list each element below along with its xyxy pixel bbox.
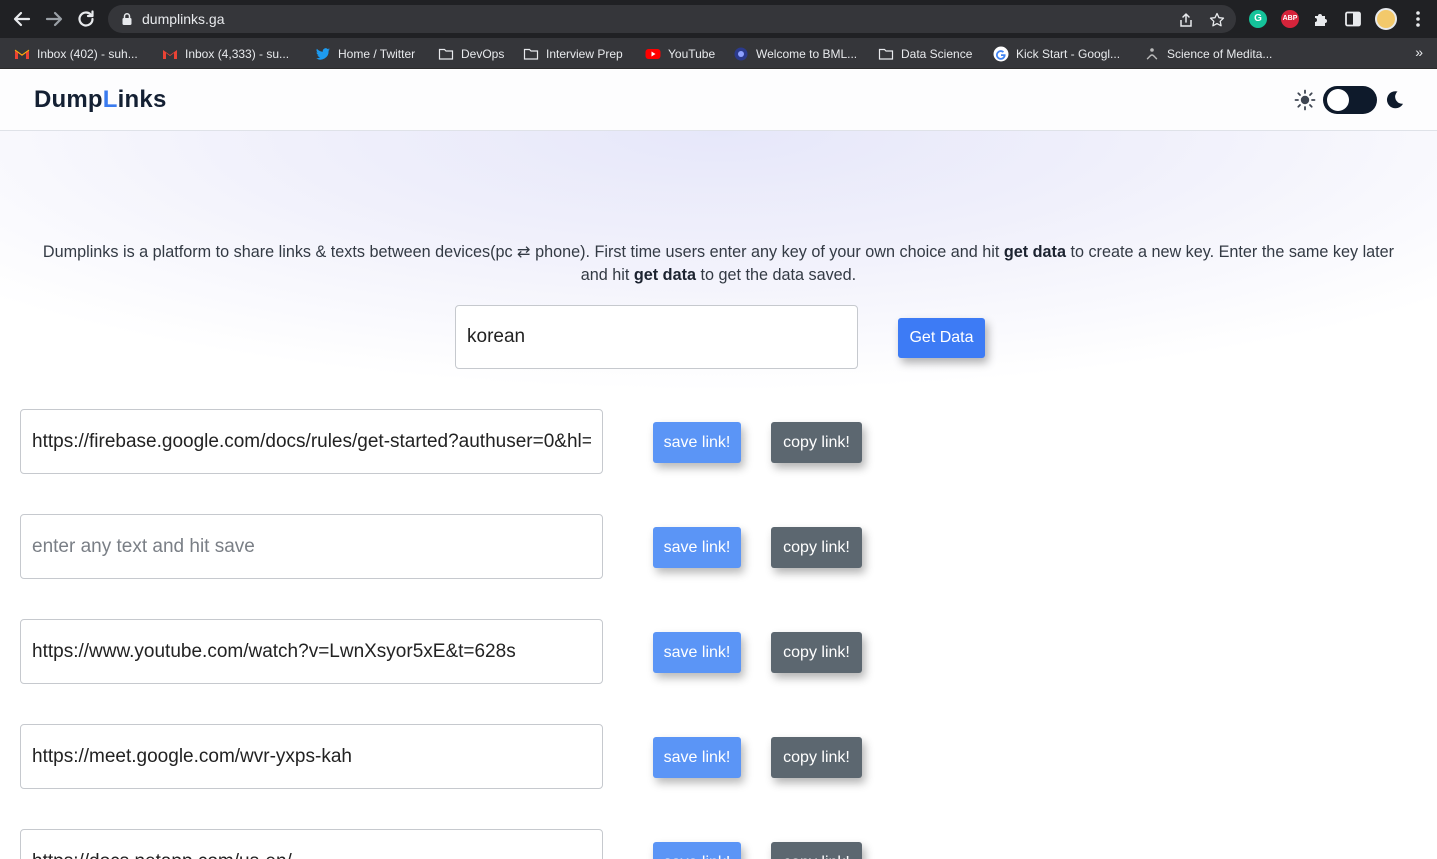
address-bar[interactable]: dumplinks.ga <box>108 5 1236 33</box>
bml-icon <box>734 47 748 61</box>
folder-icon <box>878 48 894 60</box>
back-arrow-icon[interactable] <box>10 7 34 31</box>
twitter-icon <box>316 48 330 60</box>
bookmark-item[interactable]: Inbox (4,333) - su... <box>162 45 289 63</box>
theme-toggle[interactable] <box>1323 86 1377 114</box>
save-link-button[interactable]: save link! <box>653 527 741 568</box>
site-logo[interactable]: DumpLinks <box>34 86 167 114</box>
save-link-button[interactable]: save link! <box>653 842 741 859</box>
url-text: dumplinks.ga <box>142 11 225 27</box>
reload-icon[interactable] <box>74 7 98 31</box>
bookmark-item[interactable]: Welcome to BML... <box>733 45 857 63</box>
theme-toggle-knob <box>1327 89 1349 111</box>
adblock-icon[interactable]: ABP <box>1281 10 1299 28</box>
bookmark-item[interactable]: DevOps <box>438 45 504 63</box>
gmail-icon <box>163 50 177 59</box>
bookmark-item[interactable]: YouTube <box>645 45 715 63</box>
browser-toolbar: dumplinks.ga G ABP <box>0 0 1437 38</box>
bookmark-item[interactable]: Data Science <box>878 45 972 63</box>
link-input[interactable] <box>20 724 603 789</box>
bookmarks-bar: Inbox (402) - suh... Inbox (4,333) - su.… <box>0 38 1437 69</box>
site-header: DumpLinks <box>0 70 1437 131</box>
lock-icon <box>122 13 132 25</box>
intro-description: Dumplinks is a platform to share links &… <box>42 243 1395 284</box>
bookmark-item[interactable]: Inbox (402) - suh... <box>14 45 138 63</box>
folder-icon <box>438 48 454 60</box>
link-row: save link! copy link! <box>0 724 900 790</box>
save-link-button[interactable]: save link! <box>653 632 741 673</box>
link-input[interactable] <box>20 829 603 859</box>
link-input[interactable] <box>20 514 603 579</box>
copy-link-button[interactable]: copy link! <box>771 737 862 778</box>
key-input[interactable] <box>455 305 858 369</box>
gmail-icon <box>14 49 30 59</box>
bookmark-item[interactable]: Interview Prep <box>523 45 623 63</box>
link-row: save link! copy link! <box>0 829 900 859</box>
link-row: save link! copy link! <box>0 514 900 580</box>
side-panel-icon[interactable] <box>1344 10 1362 28</box>
youtube-icon <box>645 49 661 59</box>
sun-icon <box>1294 89 1316 111</box>
folder-icon <box>523 48 539 60</box>
save-link-button[interactable]: save link! <box>653 422 741 463</box>
save-link-button[interactable]: save link! <box>653 737 741 778</box>
share-icon[interactable] <box>1178 12 1194 28</box>
page-content: DumpLinks Dumplinks is a platform to sha… <box>0 70 1437 859</box>
link-input[interactable] <box>20 409 603 474</box>
grammarly-icon[interactable]: G <box>1249 10 1267 28</box>
bookmark-item[interactable]: Kick Start - Googl... <box>993 45 1120 63</box>
link-row: save link! copy link! <box>0 409 900 475</box>
profile-avatar[interactable] <box>1375 8 1397 30</box>
menu-kebab-icon[interactable] <box>1411 10 1425 28</box>
copy-link-button[interactable]: copy link! <box>771 842 862 859</box>
google-icon <box>993 46 1009 62</box>
bookmark-item[interactable]: Home / Twitter <box>315 45 415 63</box>
link-row: save link! copy link! <box>0 619 900 685</box>
more-bookmarks-chevron-icon[interactable]: » <box>1415 44 1423 60</box>
link-input[interactable] <box>20 619 603 684</box>
copy-link-button[interactable]: copy link! <box>771 527 862 568</box>
bookmark-star-icon[interactable] <box>1209 12 1225 28</box>
get-data-button[interactable]: Get Data <box>898 318 985 358</box>
extensions-puzzle-icon[interactable] <box>1312 10 1330 28</box>
copy-link-button[interactable]: copy link! <box>771 422 862 463</box>
forward-arrow-icon[interactable] <box>42 7 66 31</box>
copy-link-button[interactable]: copy link! <box>771 632 862 673</box>
meditation-icon <box>1146 48 1158 60</box>
bookmark-item[interactable]: Science of Medita... <box>1144 45 1272 63</box>
moon-icon <box>1386 91 1403 109</box>
